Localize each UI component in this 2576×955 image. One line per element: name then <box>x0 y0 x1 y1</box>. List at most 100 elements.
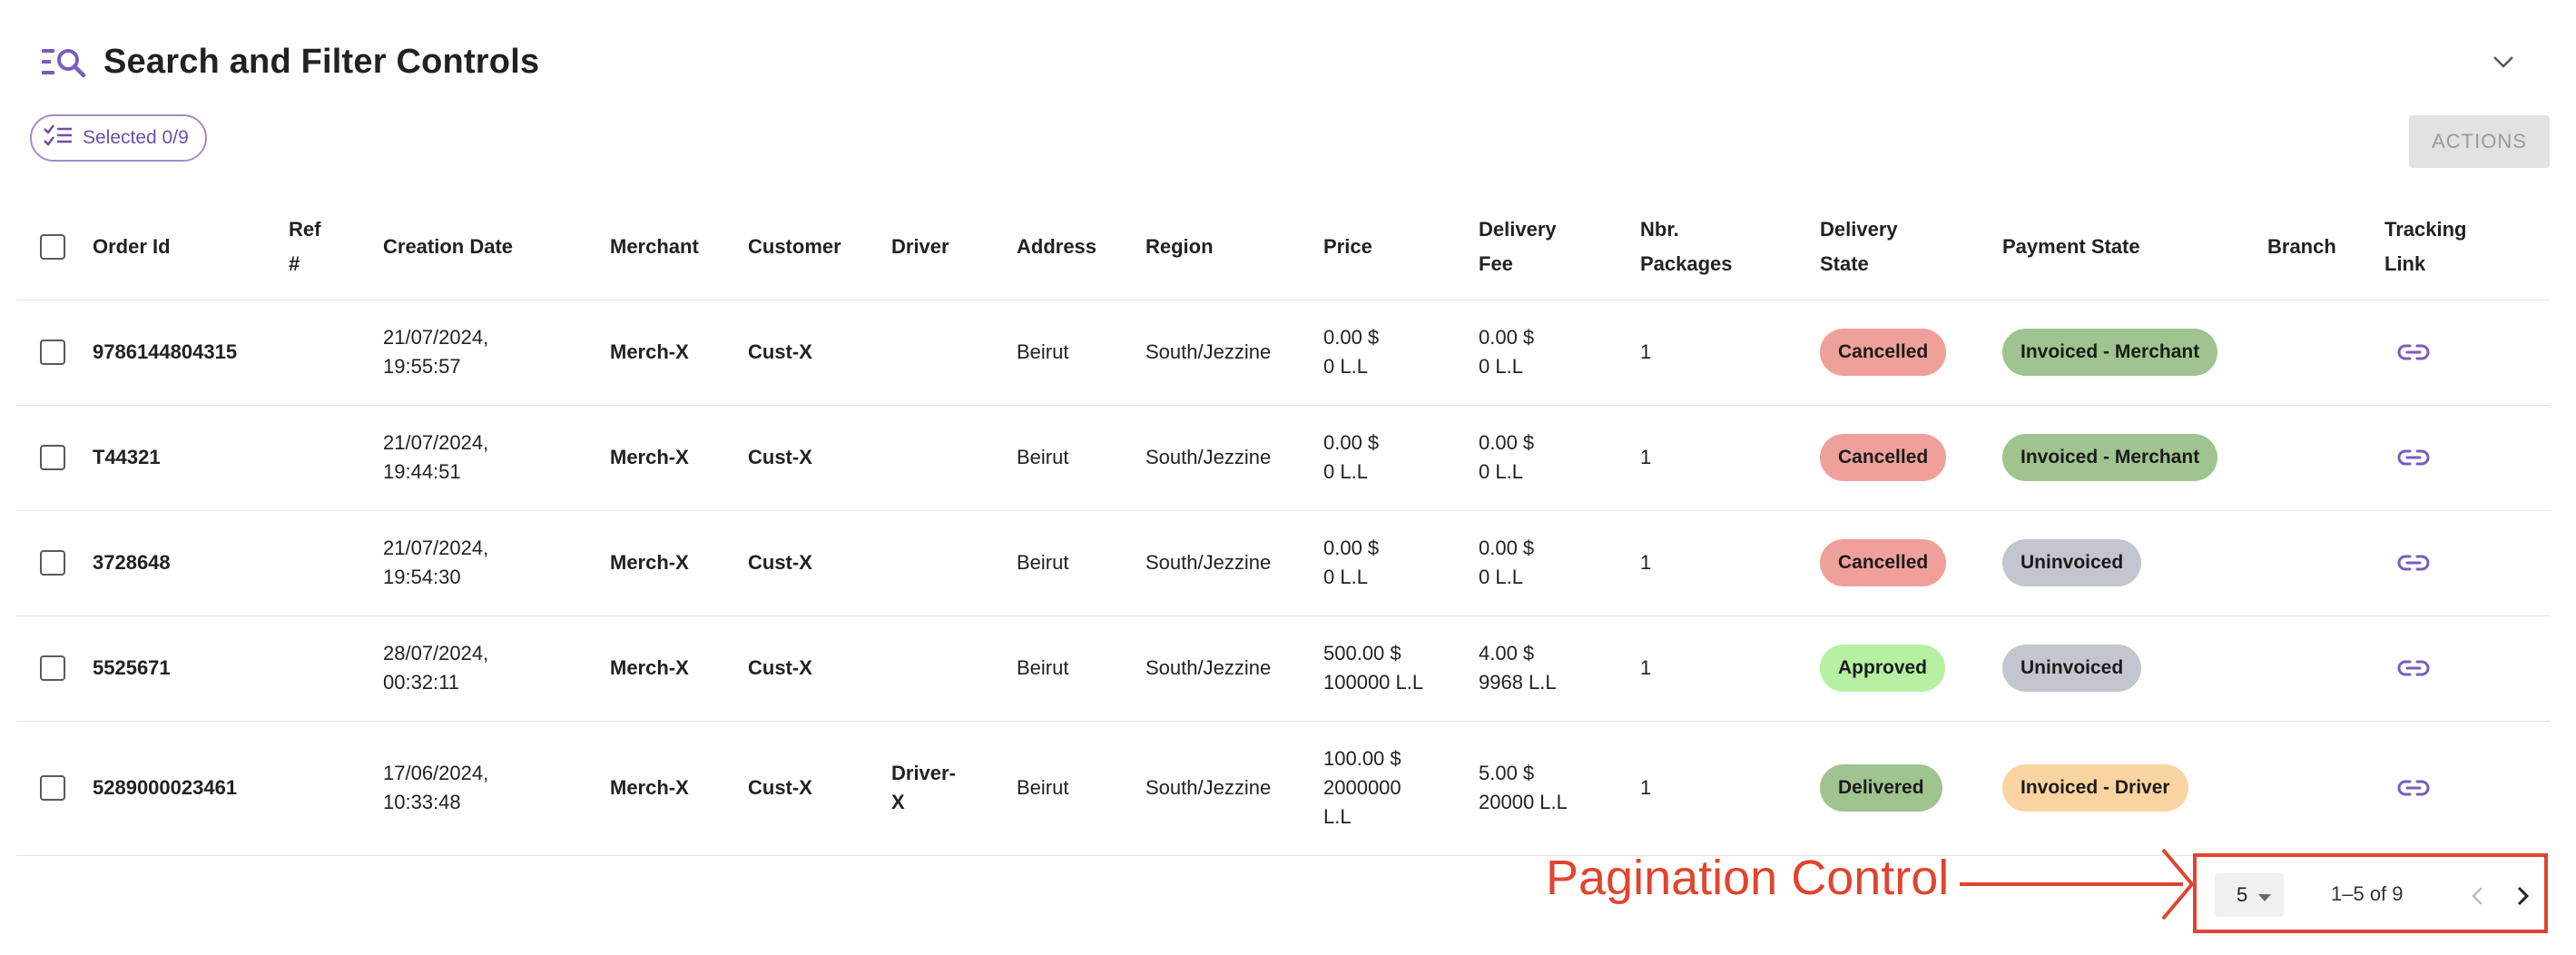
customer-cell: Cust-X <box>748 721 891 856</box>
delivery-state-cell: Delivered <box>1820 721 2002 856</box>
packages-cell: 1 <box>1640 510 1820 616</box>
creation-date: 28/07/2024, <box>383 642 489 665</box>
header-delivery-state[interactable]: Delivery State <box>1820 195 2002 300</box>
pagination-control: 5 1–5 of 9 <box>2193 853 2548 933</box>
header-customer[interactable]: Customer <box>748 195 891 300</box>
driver-cell: Driver-X <box>891 721 1017 856</box>
merchant-cell: Merch-X <box>610 615 748 722</box>
order-id-cell: 5525671 <box>93 615 289 722</box>
order-id-cell: T44321 <box>93 405 289 511</box>
header-payment-state[interactable]: Payment State <box>2002 195 2267 300</box>
header-creation-date[interactable]: Creation Date <box>383 195 610 300</box>
price-ll: 0 L.L <box>1323 460 1368 483</box>
delivery-state-cell: Cancelled <box>1820 510 2002 616</box>
customer-cell: Cust-X <box>748 615 891 722</box>
tracking-link-cell <box>2384 510 2550 616</box>
region-cell: South/Jezzine <box>1145 615 1323 722</box>
table-row[interactable]: 9786144804315 21/07/2024, 19:55:57 Merch-… <box>16 300 2550 406</box>
header-ref[interactable]: Ref # <box>289 195 383 300</box>
row-checkbox[interactable] <box>40 775 65 801</box>
header-delivery-fee-label: Delivery Fee <box>1479 218 1557 276</box>
creation-time: 10:33:48 <box>383 791 461 813</box>
header-price[interactable]: Price <box>1323 195 1479 300</box>
header-driver[interactable]: Driver <box>891 195 1017 300</box>
tracking-link-cell <box>2384 615 2550 722</box>
fee-usd: 4.00 $ <box>1479 642 1535 665</box>
tracking-link-cell <box>2384 405 2550 511</box>
price-usd: 0.00 $ <box>1323 431 1380 454</box>
checklist-icon <box>43 123 74 153</box>
merchant-cell: Merch-X <box>610 300 748 406</box>
tracking-link-icon[interactable] <box>2394 438 2433 478</box>
payment-state-badge: Invoiced - Merchant <box>2002 434 2218 481</box>
chevron-left-icon <box>2472 887 2483 905</box>
annotation-arrow-icon <box>1960 848 2195 921</box>
payment-state-cell: Uninvoiced <box>2002 510 2267 616</box>
table-row[interactable]: 3728648 21/07/2024, 19:54:30 Merch-X Cust… <box>16 510 2550 616</box>
delivery-state-badge: Delivered <box>1820 764 1942 812</box>
delivery-state-cell: Cancelled <box>1820 300 2002 406</box>
delivery-state-cell: Cancelled <box>1820 405 2002 511</box>
row-checkbox[interactable] <box>40 340 65 365</box>
rows-per-page-value: 5 <box>2237 883 2248 906</box>
branch-cell <box>2267 510 2384 616</box>
tracking-link-icon[interactable] <box>2394 648 2433 688</box>
chevron-right-icon <box>2517 886 2530 906</box>
selected-count-chip[interactable]: Selected 0/9 <box>30 114 207 162</box>
table-row[interactable]: T44321 21/07/2024, 19:44:51 Merch-X Cust-… <box>16 405 2550 511</box>
row-select-cell <box>16 300 93 406</box>
region-cell: South/Jezzine <box>1145 721 1323 856</box>
table-row[interactable]: 5525671 28/07/2024, 00:32:11 Merch-X Cust… <box>16 615 2550 722</box>
tracking-link-cell <box>2384 300 2550 406</box>
merchant-cell: Merch-X <box>610 721 748 856</box>
previous-page-button[interactable] <box>2460 879 2494 913</box>
header-address[interactable]: Address <box>1017 195 1145 300</box>
ref-cell <box>289 300 383 406</box>
row-checkbox[interactable] <box>40 655 65 681</box>
tracking-link-icon[interactable] <box>2394 768 2433 808</box>
ref-cell <box>289 510 383 616</box>
table-row[interactable]: 5289000023461 17/06/2024, 10:33:48 Merch-… <box>16 721 2550 856</box>
creation-time: 19:44:51 <box>383 460 461 483</box>
row-checkbox[interactable] <box>40 445 65 470</box>
address-cell: Beirut <box>1017 510 1145 616</box>
delivery-state-badge: Cancelled <box>1820 539 1947 586</box>
merchant-cell: Merch-X <box>610 405 748 511</box>
creation-date: 21/07/2024, <box>383 537 489 559</box>
select-all-cell <box>16 195 93 300</box>
select-all-checkbox[interactable] <box>40 234 65 261</box>
actions-button[interactable]: ACTIONS <box>2409 115 2550 168</box>
creation-date: 21/07/2024, <box>383 326 489 349</box>
packages-cell: 1 <box>1640 615 1820 722</box>
tracking-link-icon[interactable] <box>2394 332 2433 372</box>
payment-state-cell: Invoiced - Driver <box>2002 721 2267 856</box>
caret-down-icon <box>2258 883 2272 907</box>
row-select-cell <box>16 405 93 511</box>
delivery-state-badge: Cancelled <box>1820 329 1947 376</box>
header-packages[interactable]: Nbr. Packages <box>1640 195 1820 300</box>
address-cell: Beirut <box>1017 721 1145 856</box>
row-select-cell <box>16 721 93 856</box>
rows-per-page-select[interactable]: 5 <box>2215 873 2284 917</box>
payment-state-badge: Uninvoiced <box>2002 645 2142 692</box>
price-ll: 100000 L.L <box>1323 671 1424 694</box>
driver-cell <box>891 300 1017 406</box>
creation-time: 00:32:11 <box>383 671 460 694</box>
branch-cell <box>2267 721 2384 856</box>
header-tracking-link[interactable]: Tracking Link <box>2384 195 2550 300</box>
payment-state-badge: Uninvoiced <box>2002 539 2142 586</box>
payment-state-cell: Invoiced - Merchant <box>2002 300 2267 406</box>
header-branch[interactable]: Branch <box>2267 195 2384 300</box>
customer-cell: Cust-X <box>748 405 891 511</box>
row-checkbox[interactable] <box>40 550 65 576</box>
header-region[interactable]: Region <box>1145 195 1323 300</box>
header-merchant[interactable]: Merchant <box>610 195 748 300</box>
chevron-down-icon[interactable] <box>2485 44 2522 80</box>
price-cell: 0.00 $ 0 L.L <box>1323 510 1479 616</box>
header-order-id[interactable]: Order Id <box>93 195 289 300</box>
price-cell: 100.00 $ 2000000 L.L <box>1323 721 1479 856</box>
tracking-link-icon[interactable] <box>2394 543 2433 583</box>
region-cell: South/Jezzine <box>1145 510 1323 616</box>
header-delivery-fee[interactable]: Delivery Fee <box>1479 195 1640 300</box>
next-page-button[interactable] <box>2506 879 2541 913</box>
